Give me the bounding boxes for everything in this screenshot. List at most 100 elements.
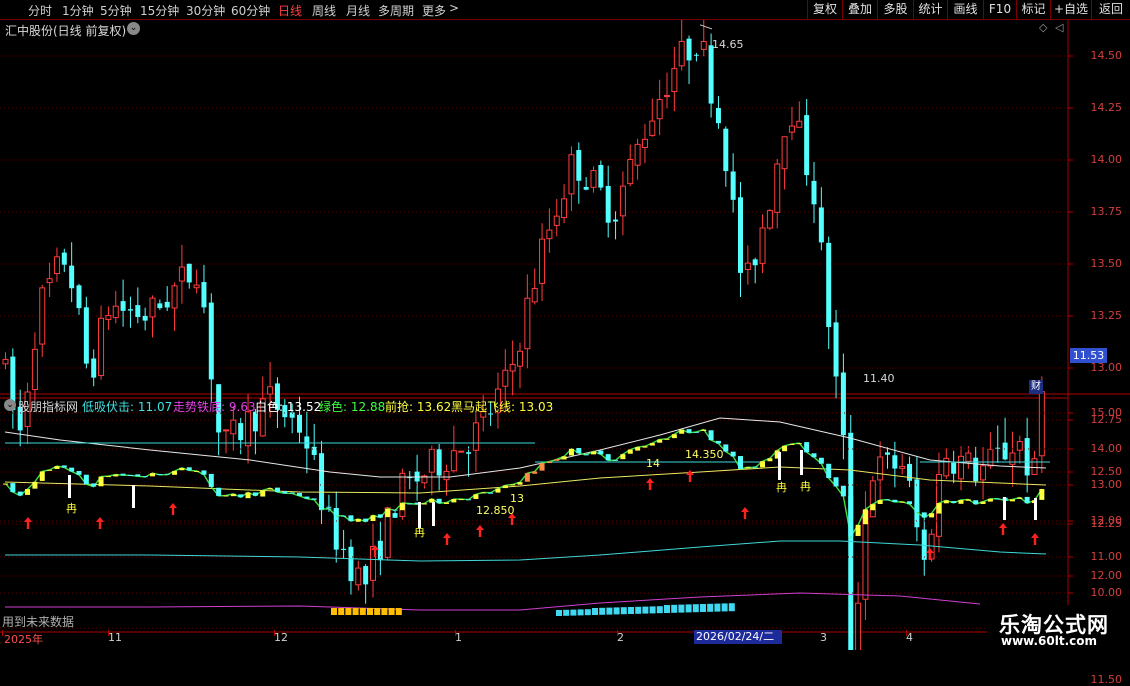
- indicator-bar: [973, 500, 979, 505]
- candle-body: [326, 506, 332, 508]
- indicator-bar: [135, 474, 141, 477]
- candle-body: [664, 95, 670, 98]
- toolbar-button-1[interactable]: 叠加: [842, 0, 877, 20]
- indicator-bar: [796, 443, 802, 445]
- candle-body: [590, 170, 597, 188]
- candle-body: [826, 242, 832, 327]
- candle-body: [1031, 458, 1038, 475]
- period-tab-3[interactable]: 15分钟: [140, 2, 179, 19]
- candle-body: [135, 305, 141, 317]
- candle-body: [840, 372, 846, 436]
- toolbar-button-6[interactable]: 标记: [1016, 0, 1050, 20]
- period-tab-1[interactable]: 1分钟: [62, 2, 94, 19]
- indicator-bar: [554, 459, 560, 461]
- indicator-bar: [25, 489, 31, 495]
- indicator-bar: [91, 483, 97, 487]
- period-tab-9[interactable]: 多周期: [378, 2, 414, 19]
- more-chevron-icon[interactable]: >: [449, 1, 459, 15]
- candle-body: [804, 115, 810, 176]
- indicator-bar: [385, 508, 391, 518]
- candle-body: [862, 510, 869, 600]
- cyan-block: [577, 609, 584, 616]
- indicator-bar: [708, 430, 714, 441]
- cyan-block: [671, 604, 678, 613]
- expand-arrow-icon[interactable]: ◁: [1055, 21, 1063, 34]
- indicator-bar: [157, 474, 163, 476]
- candle-body: [502, 369, 509, 387]
- indicator-bar: [326, 508, 332, 510]
- indicator-bar: [363, 518, 369, 522]
- cyan-block: [599, 607, 606, 615]
- candle-body: [788, 125, 795, 133]
- candle-body: [69, 265, 75, 289]
- cyan-block: [700, 604, 706, 612]
- timeline-label-6: 4: [906, 631, 913, 644]
- candle-body: [208, 302, 214, 380]
- indicator-bar: [951, 501, 957, 503]
- period-tab-5[interactable]: 60分钟: [231, 2, 270, 19]
- period-tab-2[interactable]: 5分钟: [100, 2, 132, 19]
- indicator-bar: [245, 492, 251, 499]
- indicator-bar: [495, 488, 501, 493]
- toolbar-button-8[interactable]: 返回: [1091, 0, 1130, 20]
- toolbar-button-3[interactable]: 统计: [913, 0, 947, 20]
- candle-body: [818, 207, 824, 243]
- toolbar-button-7[interactable]: +自选: [1050, 0, 1091, 20]
- candle-body: [899, 465, 906, 469]
- candle-body: [267, 386, 274, 395]
- indicator-bar: [502, 485, 508, 489]
- candle-body: [450, 450, 457, 472]
- indicator-bar: [936, 503, 942, 514]
- timeline-label-5: 3: [820, 631, 827, 644]
- toolbar-button-0[interactable]: 复权: [807, 0, 842, 20]
- title-dropdown-icon[interactable]: ⌄: [127, 22, 140, 35]
- indicator-bar: [54, 466, 60, 469]
- indicator-bar: [488, 492, 494, 494]
- indicator-legend-2: 白色: 13.52: [255, 398, 321, 415]
- marker-char-3: 冉: [800, 480, 811, 493]
- current-price-tag: 11.53: [1070, 348, 1107, 363]
- annotation-12850: 12.850: [476, 504, 515, 517]
- signal-bar: [1003, 497, 1006, 520]
- indicator-bar: [664, 438, 670, 440]
- period-tab-4[interactable]: 30分钟: [186, 2, 225, 19]
- toolbar-button-5[interactable]: F10: [983, 0, 1016, 20]
- indicator-bar: [723, 444, 729, 452]
- candle-body: [392, 513, 398, 518]
- candle-body: [428, 448, 435, 473]
- price-axis-label-12: 11.50: [1090, 673, 1123, 686]
- indicator-bar: [929, 513, 935, 518]
- annotation-14350: 14.350: [685, 448, 724, 461]
- indicator-toggle-icon[interactable]: ⌄: [4, 399, 16, 411]
- indicator-bar: [377, 514, 383, 518]
- indicator-bar: [150, 473, 155, 477]
- timeline-tick-5: [906, 630, 907, 636]
- indicator-legend-3: 绿色: 12.88: [319, 398, 385, 415]
- toolbar-button-4[interactable]: 画线: [947, 0, 983, 20]
- period-tab-7[interactable]: 周线: [312, 2, 336, 19]
- candle-body: [723, 128, 729, 172]
- indicator-bar: [818, 457, 824, 464]
- future-data-warning: 用到未来数据: [2, 615, 75, 629]
- period-tab-0[interactable]: 分时: [28, 2, 52, 19]
- indicator-bar: [642, 446, 648, 448]
- cyan-block: [570, 609, 577, 616]
- toolbar-button-2[interactable]: 多股: [877, 0, 913, 20]
- signal-bar: [1034, 498, 1037, 520]
- candle-body: [973, 457, 979, 482]
- period-tab-10[interactable]: 更多: [422, 2, 446, 19]
- finance-badge[interactable]: 财: [1029, 380, 1043, 394]
- period-tab-8[interactable]: 月线: [346, 2, 370, 19]
- indicator-bar: [421, 503, 427, 505]
- candle-body: [613, 219, 619, 222]
- indicator-legend-0: 低吸伏击: 11.07: [82, 398, 172, 415]
- settings-diamond-icon[interactable]: ◇: [1039, 21, 1047, 34]
- lower-band-line: [5, 540, 1047, 562]
- period-tab-6[interactable]: 日线: [278, 2, 302, 19]
- candle-body: [157, 303, 163, 309]
- buy-arrow-icon: [1031, 533, 1039, 545]
- indicator-bar: [32, 481, 38, 489]
- indicator-bar: [760, 461, 766, 468]
- candle-body: [921, 529, 927, 560]
- candle-body: [885, 452, 890, 455]
